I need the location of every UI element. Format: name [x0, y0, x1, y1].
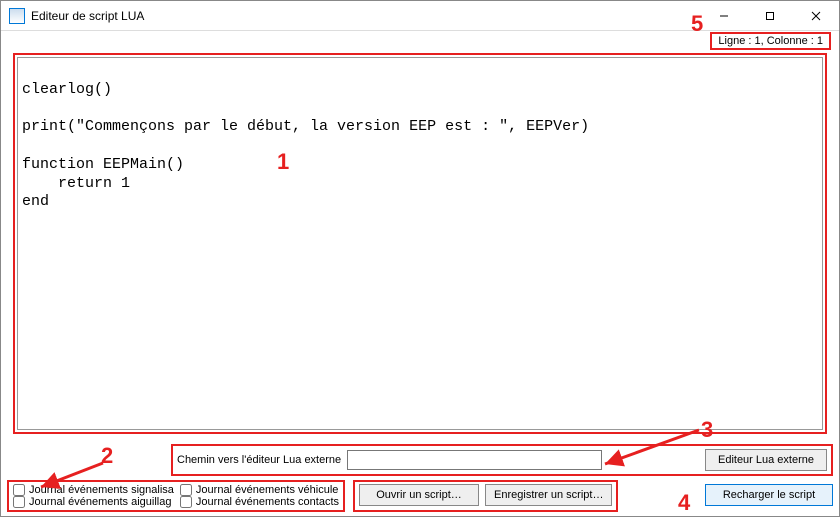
checkbox-contacts-input[interactable] [180, 496, 192, 508]
minimize-button[interactable] [701, 1, 747, 30]
window-title: Editeur de script LUA [31, 9, 701, 23]
title-bar: Editeur de script LUA [1, 1, 839, 31]
external-editor-button[interactable]: Editeur Lua externe [705, 449, 827, 471]
code-editor[interactable]: clearlog() print("Commençons par le débu… [17, 57, 823, 430]
app-icon [9, 8, 25, 24]
checkbox-switches[interactable]: Journal événements aiguillag [13, 496, 174, 508]
maximize-button[interactable] [747, 1, 793, 30]
maximize-icon [765, 11, 775, 21]
bottom-panel: Chemin vers l'éditeur Lua externe Editeu… [1, 440, 839, 516]
checkbox-vehicle-input[interactable] [180, 484, 192, 496]
script-file-buttons: Ouvrir un script… Enregistrer un script… [353, 480, 618, 512]
external-editor-path-label: Chemin vers l'éditeur Lua externe [177, 454, 341, 466]
checkbox-vehicle-label: Journal événements véhicule [196, 484, 338, 496]
close-icon [811, 11, 821, 21]
checkbox-vehicle[interactable]: Journal événements véhicule [180, 484, 339, 496]
checkbox-switches-label: Journal événements aiguillag [29, 496, 171, 508]
cursor-position: Ligne : 1, Colonne : 1 [710, 32, 831, 50]
checkbox-signals-label: Journal événements signalisa [29, 484, 174, 496]
external-editor-path-row: Chemin vers l'éditeur Lua externe Editeu… [171, 444, 833, 476]
open-script-button[interactable]: Ouvrir un script… [359, 484, 479, 506]
status-bar: Ligne : 1, Colonne : 1 [1, 31, 839, 51]
checkbox-contacts-label: Journal événements contacts [196, 496, 339, 508]
minimize-icon [719, 11, 729, 21]
checkbox-contacts[interactable]: Journal événements contacts [180, 496, 339, 508]
editor-container: clearlog() print("Commençons par le débu… [13, 53, 827, 434]
reload-script-button[interactable]: Recharger le script [705, 484, 833, 506]
checkbox-switches-input[interactable] [13, 496, 25, 508]
close-button[interactable] [793, 1, 839, 30]
checkbox-signals[interactable]: Journal événements signalisa [13, 484, 174, 496]
save-script-button[interactable]: Enregistrer un script… [485, 484, 612, 506]
external-editor-path-input[interactable] [347, 450, 602, 470]
window-root: Editeur de script LUA Ligne : 1, Colonne… [0, 0, 840, 517]
bottom-row: Journal événements signalisa Journal évé… [7, 480, 833, 512]
log-checkboxes: Journal événements signalisa Journal évé… [7, 480, 345, 512]
window-controls [701, 1, 839, 30]
checkbox-signals-input[interactable] [13, 484, 25, 496]
